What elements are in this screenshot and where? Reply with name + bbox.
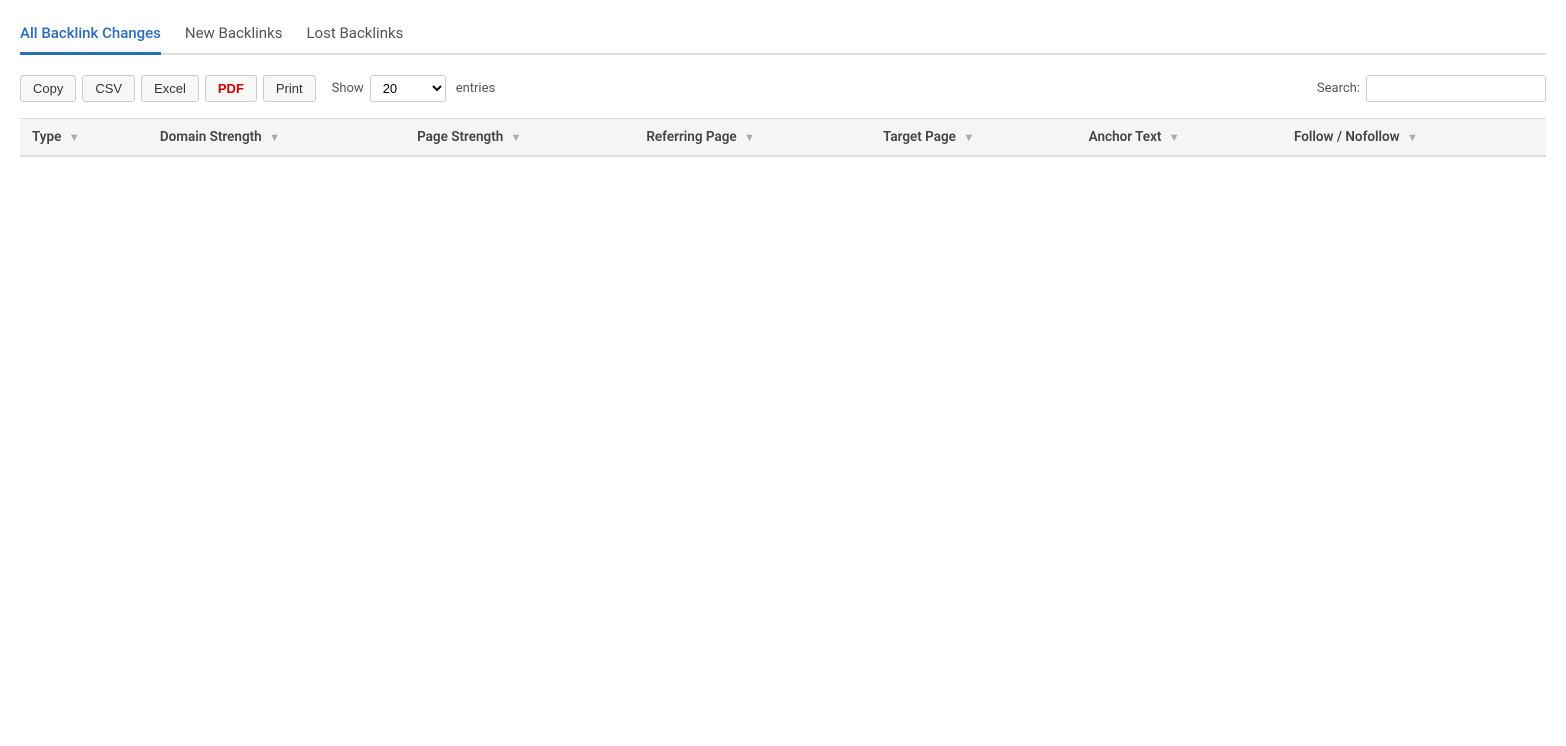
tab-all-backlink-changes[interactable]: All Backlink Changes xyxy=(20,16,161,55)
table-header-row: Type ▼ Domain Strength ▼ Page Strength ▼… xyxy=(20,119,1546,157)
tab-bar: All Backlink Changes New Backlinks Lost … xyxy=(20,16,1546,55)
show-label: Show xyxy=(332,81,364,96)
excel-button[interactable]: Excel xyxy=(141,75,199,102)
col-header-domain-strength[interactable]: Domain Strength ▼ xyxy=(148,119,405,157)
pdf-button[interactable]: PDF xyxy=(205,75,257,102)
print-button[interactable]: Print xyxy=(263,75,316,102)
csv-button[interactable]: CSV xyxy=(82,75,135,102)
entries-text: entries xyxy=(456,81,496,96)
search-label: Search: xyxy=(1317,81,1360,96)
col-header-type[interactable]: Type ▼ xyxy=(20,119,148,157)
col-header-referring-page[interactable]: Referring Page ▼ xyxy=(634,119,871,157)
toolbar: Copy CSV Excel PDF Print Show 20 50 100 … xyxy=(20,75,1546,102)
sort-arrow-domain-strength: ▼ xyxy=(269,131,280,144)
tab-new-backlinks[interactable]: New Backlinks xyxy=(185,16,283,55)
col-header-anchor-text[interactable]: Anchor Text ▼ xyxy=(1077,119,1282,157)
sort-arrow-referring-page: ▼ xyxy=(744,131,755,144)
col-header-follow-nofollow[interactable]: Follow / Nofollow ▼ xyxy=(1282,119,1546,157)
sort-arrow-anchor-text: ▼ xyxy=(1169,131,1180,144)
search-container: Search: xyxy=(1317,75,1546,102)
sort-arrow-target-page: ▼ xyxy=(963,131,974,144)
col-header-page-strength[interactable]: Page Strength ▼ xyxy=(405,119,634,157)
sort-arrow-type: ▼ xyxy=(69,131,80,144)
tab-lost-backlinks[interactable]: Lost Backlinks xyxy=(306,16,403,55)
backlinks-table: Type ▼ Domain Strength ▼ Page Strength ▼… xyxy=(20,118,1546,157)
entries-select[interactable]: 20 50 100 xyxy=(370,75,446,102)
copy-button[interactable]: Copy xyxy=(20,75,76,102)
sort-arrow-page-strength: ▼ xyxy=(511,131,522,144)
search-input[interactable] xyxy=(1366,75,1546,102)
sort-arrow-follow-nofollow: ▼ xyxy=(1407,131,1418,144)
col-header-target-page[interactable]: Target Page ▼ xyxy=(871,119,1077,157)
